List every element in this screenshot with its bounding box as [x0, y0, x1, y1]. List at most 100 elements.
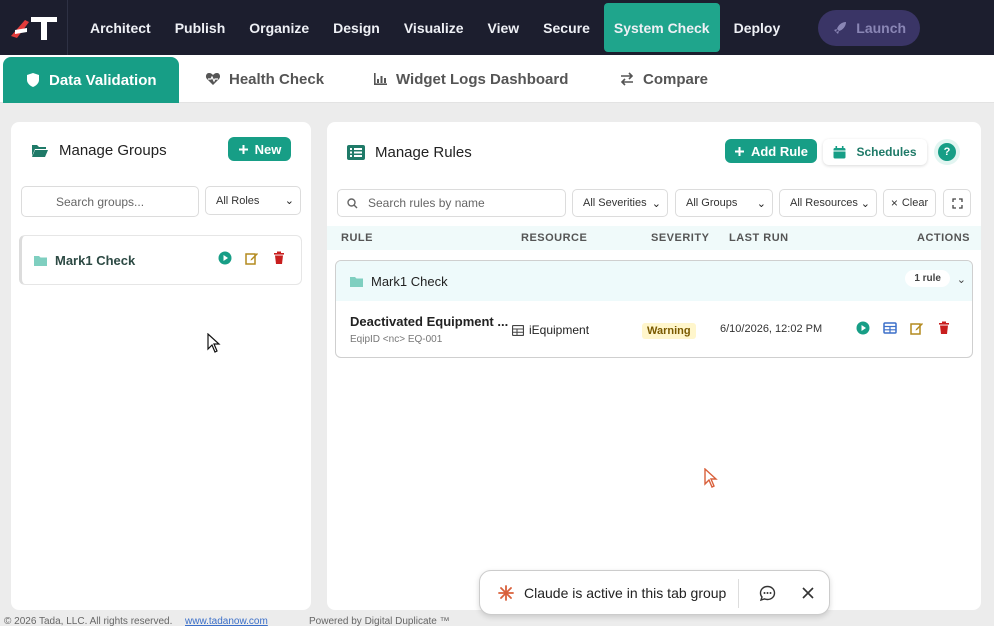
- close-icon[interactable]: [801, 586, 815, 600]
- logo-icon: [10, 16, 57, 40]
- schedules-button[interactable]: Schedules: [823, 139, 927, 165]
- grid-view-icon[interactable]: [883, 321, 897, 335]
- footer-link[interactable]: www.tadanow.com: [185, 616, 268, 626]
- add-rule-button[interactable]: Add Rule: [725, 139, 817, 163]
- schedules-label: Schedules: [856, 145, 917, 159]
- search-groups-placeholder: Search groups...: [56, 194, 145, 209]
- delete-icon[interactable]: [272, 251, 286, 265]
- nav-design[interactable]: Design: [321, 0, 392, 55]
- severity-badge: Warning: [642, 323, 696, 339]
- group-item-mark1-check[interactable]: Mark1 Check: [19, 235, 302, 285]
- tab-label: Compare: [643, 70, 709, 88]
- chevron-down-icon: ⌄: [756, 197, 766, 210]
- folder-icon: [350, 276, 363, 287]
- search-icon: [347, 198, 358, 209]
- tab-data-validation[interactable]: Data Validation: [3, 57, 179, 103]
- nav-publish[interactable]: Publish: [163, 0, 238, 55]
- resources-select[interactable]: All Resources ⌄: [779, 189, 877, 217]
- tab-compare[interactable]: Compare: [619, 55, 708, 103]
- chat-icon[interactable]: [759, 585, 776, 602]
- nav-view[interactable]: View: [476, 0, 532, 55]
- heartbeat-icon: [205, 73, 221, 85]
- nav-secure[interactable]: Secure: [531, 0, 602, 55]
- nav-visualize[interactable]: Visualize: [392, 0, 476, 55]
- footer-powered: Powered by Digital Duplicate ™: [309, 616, 450, 626]
- run-icon[interactable]: [218, 251, 232, 265]
- bar-chart-icon: [374, 73, 387, 85]
- chevron-down-icon: ⌄: [284, 195, 294, 207]
- roles-select[interactable]: All Roles ⌄: [205, 186, 301, 215]
- search-rules-placeholder: Search rules by name: [368, 196, 485, 210]
- app-logo[interactable]: [0, 0, 68, 55]
- manage-rules-header: Manage Rules: [347, 144, 472, 161]
- tab-widget-logs-dashboard[interactable]: Widget Logs Dashboard: [373, 55, 568, 103]
- toast-text: Claude is active in this tab group: [524, 584, 727, 601]
- group-name: Mark1 Check: [55, 252, 136, 268]
- column-rule: RULE: [341, 232, 373, 244]
- manage-groups-panel: Manage Groups New Search groups... All R…: [11, 122, 311, 610]
- footer-copyright: © 2026 Tada, LLC. All rights reserved.: [4, 616, 173, 626]
- fullscreen-button[interactable]: [943, 189, 971, 217]
- claude-active-toast: Claude is active in this tab group: [479, 570, 830, 615]
- groups-select[interactable]: All Groups ⌄: [675, 189, 773, 217]
- rule-condition: EqipID <nc> EQ-001: [350, 334, 443, 345]
- rule-resource: iEquipment: [512, 323, 589, 337]
- toast-divider: [738, 579, 739, 608]
- expand-icon: [951, 197, 963, 209]
- new-group-button[interactable]: New: [228, 137, 291, 161]
- column-resource: RESOURCE: [521, 232, 588, 244]
- rules-table-header: RULE RESOURCE SEVERITY LAST RUN ACTIONS: [327, 226, 981, 250]
- new-group-label: New: [254, 141, 282, 157]
- clear-label: Clear: [901, 197, 929, 209]
- chevron-down-icon: ⌄: [860, 197, 870, 210]
- launch-label: Launch: [856, 19, 907, 36]
- list-icon: [347, 145, 365, 160]
- rule-name[interactable]: Deactivated Equipment ...: [350, 314, 508, 329]
- launch-button[interactable]: Launch: [818, 9, 921, 46]
- manage-rules-title: Manage Rules: [375, 144, 472, 161]
- add-rule-label: Add Rule: [750, 143, 809, 159]
- manage-groups-header: Manage Groups: [31, 142, 167, 159]
- edit-icon[interactable]: [245, 251, 259, 265]
- close-icon: ×: [890, 196, 898, 210]
- tab-health-check[interactable]: Health Check: [205, 55, 324, 103]
- folder-icon: [34, 255, 47, 266]
- rule-resource-name: iEquipment: [529, 323, 590, 337]
- groups-select-value: All Groups: [686, 197, 738, 209]
- chevron-down-icon[interactable]: ⌄: [957, 273, 966, 286]
- edit-icon[interactable]: [910, 321, 924, 335]
- nav-deploy[interactable]: Deploy: [722, 0, 793, 55]
- rule-group-name: Mark1 Check: [371, 273, 448, 289]
- column-severity: SEVERITY: [651, 232, 710, 244]
- help-button[interactable]: ?: [934, 139, 960, 165]
- chevron-down-icon: ⌄: [651, 197, 661, 210]
- clear-filters-button[interactable]: × Clear: [883, 189, 936, 217]
- help-icon: ?: [938, 143, 956, 161]
- rocket-icon: [834, 21, 847, 34]
- nav-architect[interactable]: Architect: [68, 0, 163, 55]
- search-rules-input[interactable]: Search rules by name: [337, 189, 566, 217]
- mouse-cursor-icon: [207, 333, 221, 353]
- nav-organize[interactable]: Organize: [237, 0, 321, 55]
- table-icon: [512, 324, 524, 336]
- claude-burst-icon: [498, 584, 514, 601]
- delete-icon[interactable]: [937, 321, 951, 335]
- top-navigation: Architect Publish Organize Design Visual…: [0, 0, 994, 55]
- severities-select-value: All Severities: [583, 197, 647, 209]
- severities-select[interactable]: All Severities ⌄: [572, 189, 668, 217]
- rule-group-header[interactable]: Mark1 Check 1 rule ⌄: [336, 261, 972, 301]
- calendar-icon: [833, 145, 846, 158]
- last-run-timestamp: 6/10/2026, 12:02 PM: [720, 323, 823, 335]
- tab-label: Widget Logs Dashboard: [396, 70, 569, 88]
- search-groups-input[interactable]: Search groups...: [21, 186, 199, 217]
- plus-icon: [238, 144, 248, 154]
- mouse-cursor-icon: [704, 468, 718, 488]
- shield-icon: [27, 73, 39, 87]
- swap-icon: [620, 72, 634, 86]
- folder-open-icon: [32, 145, 48, 157]
- run-icon[interactable]: [856, 321, 870, 335]
- plus-icon: [734, 146, 744, 156]
- roles-select-value: All Roles: [216, 194, 260, 207]
- rule-count-badge: 1 rule: [905, 270, 950, 287]
- nav-system-check[interactable]: System Check: [603, 3, 720, 52]
